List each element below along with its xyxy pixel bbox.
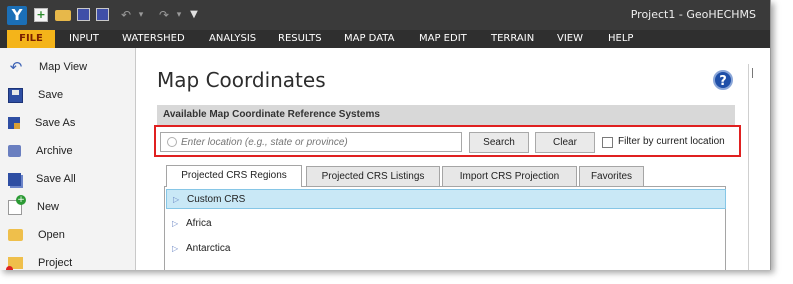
title-bar: Y + ↶ ▾ ↷ ▾ ▼ Project1 - GeoHECHMS	[0, 0, 770, 30]
map-coordinates-panel: Map Coordinates ? Available Map Coordina…	[136, 48, 770, 270]
app-logo: Y	[7, 6, 27, 25]
quick-new-icon[interactable]: +	[34, 8, 48, 22]
menu-terrain[interactable]: TERRAIN	[491, 30, 534, 48]
new-icon	[8, 194, 26, 215]
search-field[interactable]	[160, 132, 462, 152]
clear-button[interactable]: Clear	[535, 132, 595, 153]
menu-analysis[interactable]: ANALYSIS	[209, 30, 256, 48]
sidebar-item-label: Map View	[39, 61, 88, 73]
backstage-sidebar: ↶ Map View Save Save As Archive Save All…	[0, 48, 136, 270]
sidebar-item-label: Open	[38, 229, 65, 241]
search-button[interactable]: Search	[469, 132, 529, 153]
menu-watershed[interactable]: WATERSHED	[122, 30, 185, 48]
menu-map-data[interactable]: MAP DATA	[344, 30, 394, 48]
tree-item-custom-crs[interactable]: ▷ Custom CRS	[166, 189, 726, 209]
menu-view[interactable]: VIEW	[557, 30, 583, 48]
search-icon	[167, 137, 177, 147]
menu-results[interactable]: RESULTS	[278, 30, 322, 48]
sidebar-item-save[interactable]: Save	[8, 85, 63, 105]
sidebar-item-label: Save As	[35, 117, 76, 129]
menu-bar: FILE INPUT WATERSHED ANALYSIS RESULTS MA…	[0, 30, 770, 48]
archive-icon	[8, 145, 21, 157]
tree-item-africa[interactable]: ▷ Africa	[166, 214, 726, 234]
save-as-icon	[8, 117, 20, 129]
save-all-icon	[8, 172, 21, 186]
expand-arrow-icon[interactable]: ▷	[173, 190, 179, 210]
help-icon[interactable]: ?	[713, 70, 733, 90]
tree-item-label: Africa	[186, 218, 212, 229]
sidebar-item-archive[interactable]: Archive	[8, 141, 73, 161]
quick-save-all-icon[interactable]	[96, 8, 109, 21]
expand-arrow-icon[interactable]: ▷	[172, 239, 178, 259]
search-input[interactable]	[181, 134, 457, 150]
tab-projected-crs-regions[interactable]: Projected CRS Regions	[166, 165, 302, 187]
sidebar-item-label: New	[37, 201, 60, 213]
filter-checkbox[interactable]	[602, 137, 613, 148]
expand-arrow-icon[interactable]: ▷	[172, 214, 178, 234]
map-view-icon: ↶	[9, 58, 23, 76]
right-panel-edge	[752, 68, 763, 78]
tab-favorites[interactable]: Favorites	[579, 166, 644, 186]
sidebar-item-save-all[interactable]: Save All	[8, 169, 76, 189]
open-folder-icon	[8, 229, 23, 241]
sidebar-item-label: Project	[38, 257, 73, 269]
menu-map-edit[interactable]: MAP EDIT	[419, 30, 467, 48]
quick-open-icon[interactable]	[55, 10, 71, 21]
customize-toolbar-icon[interactable]: ▼	[186, 8, 202, 22]
panel-divider	[748, 64, 749, 270]
save-icon	[8, 87, 23, 103]
sidebar-item-label: Archive	[36, 145, 73, 157]
sidebar-item-open[interactable]: Open	[8, 225, 65, 245]
sidebar-item-label: Save All	[36, 173, 76, 185]
sidebar-item-close-project[interactable]: Project	[6, 253, 73, 270]
sidebar-item-new[interactable]: New	[8, 194, 60, 217]
sidebar-item-map-view[interactable]: ↶ Map View	[8, 57, 87, 77]
sidebar-item-save-as[interactable]: Save As	[8, 113, 75, 133]
redo-dropdown-icon[interactable]: ▾	[171, 8, 187, 22]
redo-icon[interactable]: ↷	[156, 8, 172, 22]
app-window: Y + ↶ ▾ ↷ ▾ ▼ Project1 - GeoHECHMS FILE …	[0, 0, 771, 270]
sidebar-item-label: Save	[38, 89, 64, 101]
menu-input[interactable]: INPUT	[69, 30, 99, 48]
tab-import-crs-projection[interactable]: Import CRS Projection	[442, 166, 577, 186]
tree-item-label: Custom CRS	[187, 194, 246, 205]
close-project-icon	[6, 257, 23, 270]
page-title: Map Coordinates	[157, 68, 326, 92]
section-header: Available Map Coordinate Reference Syste…	[157, 105, 735, 125]
undo-dropdown-icon[interactable]: ▾	[133, 8, 149, 22]
undo-icon[interactable]: ↶	[118, 8, 134, 22]
quick-save-icon[interactable]	[77, 8, 90, 21]
tree-item-antarctica[interactable]: ▷ Antarctica	[166, 239, 726, 259]
filter-checkbox-label: Filter by current location	[618, 136, 725, 147]
tree-item-label: Antarctica	[186, 243, 231, 254]
crs-region-tree: ▷ Custom CRS ▷ Africa ▷ Antarctica	[164, 186, 726, 270]
menu-help[interactable]: HELP	[608, 30, 633, 48]
menu-file[interactable]: FILE	[7, 30, 55, 48]
window-title: Project1 - GeoHECHMS	[630, 8, 756, 21]
tab-projected-crs-listings[interactable]: Projected CRS Listings	[306, 166, 440, 186]
